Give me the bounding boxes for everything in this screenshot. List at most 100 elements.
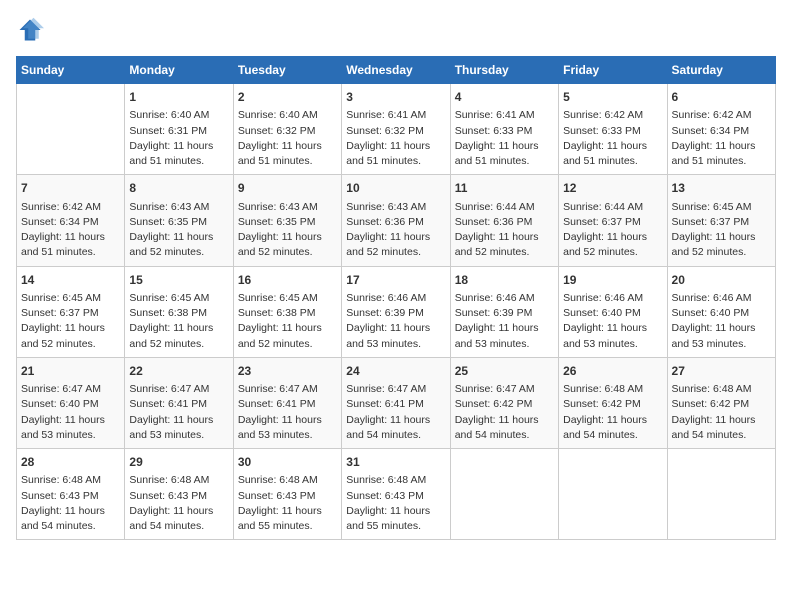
day-number: 27 <box>672 363 771 380</box>
calendar-cell: 25 Sunrise: 6:47 AM Sunset: 6:42 PM Dayli… <box>450 357 558 448</box>
day-number: 29 <box>129 454 228 471</box>
day-number: 4 <box>455 89 554 106</box>
cell-content: Sunrise: 6:48 AM Sunset: 6:42 PM Dayligh… <box>563 382 662 443</box>
calendar-cell: 27Sunrise: 6:48 AM Sunset: 6:42 PM Dayli… <box>667 357 775 448</box>
day-number: 6 <box>672 89 771 106</box>
cell-content: Sunrise: 6:40 AM Sunset: 6:31 PM Dayligh… <box>129 108 228 169</box>
cell-content: Sunrise: 6:42 AM Sunset: 6:34 PM Dayligh… <box>21 200 120 261</box>
day-number: 20 <box>672 272 771 289</box>
day-number: 16 <box>238 272 337 289</box>
calendar-cell: 21 Sunrise: 6:47 AM Sunset: 6:40 PM Dayli… <box>17 357 125 448</box>
calendar-week-1: 1 Sunrise: 6:40 AM Sunset: 6:31 PM Daylig… <box>17 84 776 175</box>
calendar-cell: 9 Sunrise: 6:43 AM Sunset: 6:35 PM Daylig… <box>233 175 341 266</box>
day-number: 25 <box>455 363 554 380</box>
col-header-tuesday: Tuesday <box>233 57 341 84</box>
calendar-cell: 17 Sunrise: 6:46 AM Sunset: 6:39 PM Dayli… <box>342 266 450 357</box>
cell-content: Sunrise: 6:47 AM Sunset: 6:40 PM Dayligh… <box>21 382 120 443</box>
day-number: 12 <box>563 180 662 197</box>
calendar-cell <box>667 449 775 540</box>
calendar-cell: 30 Sunrise: 6:48 AM Sunset: 6:43 PM Dayli… <box>233 449 341 540</box>
calendar-cell <box>559 449 667 540</box>
col-header-wednesday: Wednesday <box>342 57 450 84</box>
cell-content: Sunrise: 6:47 AM Sunset: 6:41 PM Dayligh… <box>346 382 445 443</box>
calendar-cell <box>450 449 558 540</box>
cell-content: Sunrise: 6:48 AM Sunset: 6:43 PM Dayligh… <box>129 473 228 534</box>
day-number: 7 <box>21 180 120 197</box>
calendar-cell: 16Sunrise: 6:45 AM Sunset: 6:38 PM Dayli… <box>233 266 341 357</box>
cell-content: Sunrise: 6:45 AM Sunset: 6:38 PM Dayligh… <box>129 291 228 352</box>
cell-content: Sunrise: 6:42 AM Sunset: 6:34 PM Dayligh… <box>672 108 771 169</box>
day-number: 10 <box>346 180 445 197</box>
calendar-cell: 6 Sunrise: 6:42 AM Sunset: 6:34 PM Daylig… <box>667 84 775 175</box>
day-number: 3 <box>346 89 445 106</box>
cell-content: Sunrise: 6:46 AM Sunset: 6:40 PM Dayligh… <box>672 291 771 352</box>
day-number: 13 <box>672 180 771 197</box>
calendar-table: SundayMondayTuesdayWednesdayThursdayFrid… <box>16 56 776 540</box>
day-number: 1 <box>129 89 228 106</box>
calendar-week-4: 21 Sunrise: 6:47 AM Sunset: 6:40 PM Dayli… <box>17 357 776 448</box>
day-number: 15 <box>129 272 228 289</box>
col-header-saturday: Saturday <box>667 57 775 84</box>
col-header-friday: Friday <box>559 57 667 84</box>
day-number: 18 <box>455 272 554 289</box>
cell-content: Sunrise: 6:43 AM Sunset: 6:36 PM Dayligh… <box>346 200 445 261</box>
cell-content: Sunrise: 6:41 AM Sunset: 6:33 PM Dayligh… <box>455 108 554 169</box>
cell-content: Sunrise: 6:43 AM Sunset: 6:35 PM Dayligh… <box>238 200 337 261</box>
cell-content: Sunrise: 6:40 AM Sunset: 6:32 PM Dayligh… <box>238 108 337 169</box>
cell-content: Sunrise: 6:47 AM Sunset: 6:41 PM Dayligh… <box>129 382 228 443</box>
day-number: 30 <box>238 454 337 471</box>
day-number: 24 <box>346 363 445 380</box>
day-number: 17 <box>346 272 445 289</box>
calendar-cell: 22Sunrise: 6:47 AM Sunset: 6:41 PM Dayli… <box>125 357 233 448</box>
calendar-cell: 10 Sunrise: 6:43 AM Sunset: 6:36 PM Dayli… <box>342 175 450 266</box>
calendar-week-3: 14 Sunrise: 6:45 AM Sunset: 6:37 PM Dayli… <box>17 266 776 357</box>
calendar-week-2: 7 Sunrise: 6:42 AM Sunset: 6:34 PM Daylig… <box>17 175 776 266</box>
cell-content: Sunrise: 6:48 AM Sunset: 6:43 PM Dayligh… <box>346 473 445 534</box>
cell-content: Sunrise: 6:42 AM Sunset: 6:33 PM Dayligh… <box>563 108 662 169</box>
cell-content: Sunrise: 6:47 AM Sunset: 6:42 PM Dayligh… <box>455 382 554 443</box>
col-header-monday: Monday <box>125 57 233 84</box>
col-header-sunday: Sunday <box>17 57 125 84</box>
calendar-cell: 29 Sunrise: 6:48 AM Sunset: 6:43 PM Dayli… <box>125 449 233 540</box>
calendar-header-row: SundayMondayTuesdayWednesdayThursdayFrid… <box>17 57 776 84</box>
cell-content: Sunrise: 6:43 AM Sunset: 6:35 PM Dayligh… <box>129 200 228 261</box>
calendar-cell: 19Sunrise: 6:46 AM Sunset: 6:40 PM Dayli… <box>559 266 667 357</box>
day-number: 26 <box>563 363 662 380</box>
calendar-cell: 28Sunrise: 6:48 AM Sunset: 6:43 PM Dayli… <box>17 449 125 540</box>
day-number: 9 <box>238 180 337 197</box>
calendar-cell: 4 Sunrise: 6:41 AM Sunset: 6:33 PM Daylig… <box>450 84 558 175</box>
calendar-cell: 26 Sunrise: 6:48 AM Sunset: 6:42 PM Dayli… <box>559 357 667 448</box>
day-number: 28 <box>21 454 120 471</box>
calendar-cell: 18 Sunrise: 6:46 AM Sunset: 6:39 PM Dayli… <box>450 266 558 357</box>
calendar-cell: 23Sunrise: 6:47 AM Sunset: 6:41 PM Dayli… <box>233 357 341 448</box>
day-number: 14 <box>21 272 120 289</box>
calendar-week-5: 28 Sunrise: 6:48 AM Sunset: 6:43 PM Dayli… <box>17 449 776 540</box>
day-number: 31 <box>346 454 445 471</box>
day-number: 11 <box>455 180 554 197</box>
calendar-cell <box>17 84 125 175</box>
day-number: 8 <box>129 180 228 197</box>
day-number: 19 <box>563 272 662 289</box>
day-number: 21 <box>21 363 120 380</box>
calendar-cell: 24 Sunrise: 6:47 AM Sunset: 6:41 PM Dayli… <box>342 357 450 448</box>
cell-content: Sunrise: 6:46 AM Sunset: 6:39 PM Dayligh… <box>455 291 554 352</box>
calendar-cell: 13 Sunrise: 6:45 AM Sunset: 6:37 PM Dayli… <box>667 175 775 266</box>
calendar-cell: 1 Sunrise: 6:40 AM Sunset: 6:31 PM Daylig… <box>125 84 233 175</box>
calendar-cell: 2Sunrise: 6:40 AM Sunset: 6:32 PM Daylig… <box>233 84 341 175</box>
calendar-cell: 20 Sunrise: 6:46 AM Sunset: 6:40 PM Dayli… <box>667 266 775 357</box>
day-number: 5 <box>563 89 662 106</box>
page-header <box>16 16 776 44</box>
cell-content: Sunrise: 6:48 AM Sunset: 6:43 PM Dayligh… <box>238 473 337 534</box>
day-number: 23 <box>238 363 337 380</box>
cell-content: Sunrise: 6:45 AM Sunset: 6:37 PM Dayligh… <box>21 291 120 352</box>
logo <box>16 16 48 44</box>
cell-content: Sunrise: 6:46 AM Sunset: 6:39 PM Dayligh… <box>346 291 445 352</box>
logo-icon <box>16 16 44 44</box>
cell-content: Sunrise: 6:44 AM Sunset: 6:37 PM Dayligh… <box>563 200 662 261</box>
cell-content: Sunrise: 6:44 AM Sunset: 6:36 PM Dayligh… <box>455 200 554 261</box>
calendar-cell: 31 Sunrise: 6:48 AM Sunset: 6:43 PM Dayli… <box>342 449 450 540</box>
calendar-cell: 14 Sunrise: 6:45 AM Sunset: 6:37 PM Dayli… <box>17 266 125 357</box>
cell-content: Sunrise: 6:45 AM Sunset: 6:37 PM Dayligh… <box>672 200 771 261</box>
calendar-cell: 11 Sunrise: 6:44 AM Sunset: 6:36 PM Dayli… <box>450 175 558 266</box>
calendar-cell: 7 Sunrise: 6:42 AM Sunset: 6:34 PM Daylig… <box>17 175 125 266</box>
